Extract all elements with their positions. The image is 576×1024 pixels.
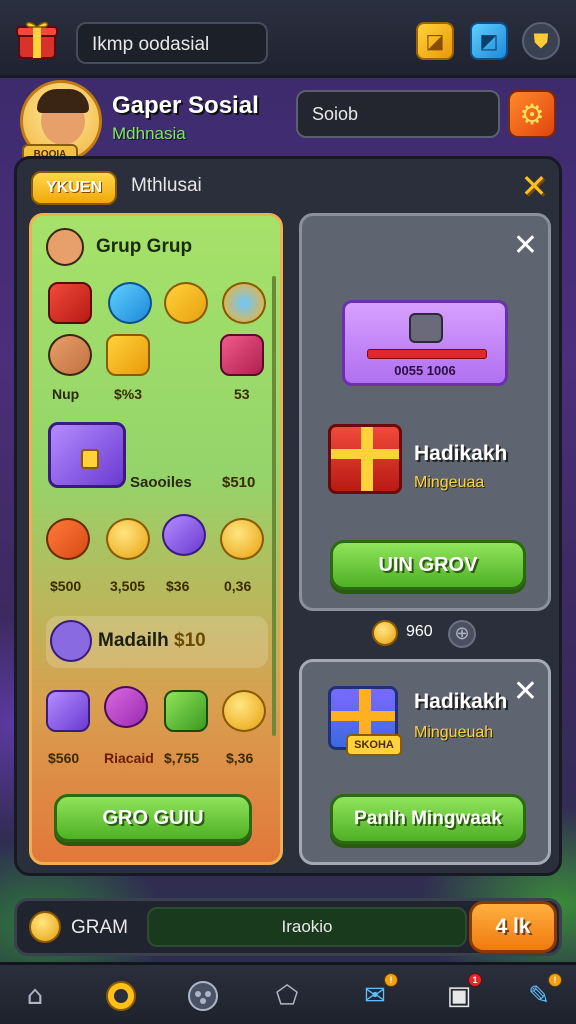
section-title: Madailh $10 [98, 630, 206, 651]
bottom-search-bar: GRAM Iraokio 4 lk [14, 898, 562, 956]
avatar-hair [37, 89, 89, 113]
chest-label: Saooiles [130, 474, 192, 491]
mail-icon[interactable]: ✉! [356, 973, 398, 1015]
coin-nav-icon[interactable] [102, 977, 140, 1015]
add-coin-icon[interactable]: ⊕ [448, 620, 476, 648]
bottom-label: GRAM [71, 917, 128, 938]
coin-icon [29, 911, 61, 943]
pink-gift-icon[interactable] [220, 334, 264, 376]
mail-badge: ! [384, 973, 398, 987]
item-price: $%3 [114, 386, 143, 402]
social-circle-icon [188, 981, 218, 1011]
main-panel: YKUEN Mthlusai ✕ Grup Grup Nup $%3 53 Sa… [14, 156, 562, 876]
settings-gear-button[interactable]: ⚙ [508, 90, 556, 138]
bottom-search-input[interactable]: Iraokio [147, 907, 467, 947]
gold-chest-icon[interactable] [106, 334, 150, 376]
coin-icon [372, 620, 398, 646]
bottom-action-button[interactable]: 4 lk [469, 901, 557, 953]
coin-icon[interactable] [220, 518, 264, 560]
profile-search-input[interactable]: Soiob [296, 90, 500, 138]
item-price: $36 [166, 578, 190, 594]
coin-ring-icon [106, 981, 136, 1011]
purple-gift-icon[interactable] [46, 690, 90, 732]
character-boy-icon[interactable] [48, 334, 92, 376]
panel-close-icon[interactable]: ✕ [517, 169, 551, 203]
coin-counter: 960 ⊕ [372, 618, 512, 648]
gift-nav-icon[interactable]: ▣ 1 [440, 973, 482, 1015]
character-red-hair-icon[interactable] [46, 518, 90, 560]
lock-icon [81, 449, 99, 469]
item-label: Nup [52, 386, 80, 402]
character-blue-cap-icon[interactable] [108, 282, 152, 324]
profile-row: BOOIA Gaper Sosial Mdhnasia Soiob ⚙ [0, 78, 576, 164]
coin-icon[interactable] [222, 690, 266, 732]
red-gift-icon [328, 424, 402, 494]
social-icon[interactable] [184, 977, 222, 1015]
gift-tag: SKOHA [346, 734, 402, 756]
character-pink-hat-icon[interactable] [104, 686, 148, 728]
progress-bar [367, 349, 487, 359]
gift-badge: 1 [468, 973, 482, 987]
join-group-button[interactable]: UIN GROV [330, 540, 526, 590]
home-icon[interactable]: ⌂ [16, 977, 54, 1015]
shield-icon[interactable]: ⛊ [522, 22, 560, 60]
section-value: $10 [174, 630, 206, 651]
gear-badge-icon[interactable] [222, 282, 266, 324]
character-purple-hat-icon[interactable] [162, 514, 206, 556]
section-row[interactable]: Madailh $10 [46, 616, 268, 668]
gift-title: Hadikakh [414, 690, 508, 713]
group-avatar [46, 228, 84, 266]
gift-icon[interactable] [16, 18, 58, 60]
banner-text: 0055 1006 [394, 363, 456, 378]
gift-card: ✕ SKOHA Hadikakh Mingueuah Panlh Mingwaa… [299, 659, 551, 865]
character-yellow-hair-icon[interactable] [164, 282, 208, 324]
panel-title: Mthlusai [131, 175, 202, 196]
panel-tab[interactable]: YKUEN [31, 171, 117, 205]
green-chest-icon[interactable] [164, 690, 208, 732]
gift-title: Hadikakh [414, 442, 508, 465]
gift-ribbon [331, 449, 399, 459]
treasure-chest-icon[interactable] [48, 422, 126, 488]
group-card: Grup Grup Nup $%3 53 Saooiles $510 $500 … [29, 213, 283, 865]
close-icon[interactable]: ✕ [513, 228, 538, 263]
item-price: 0,36 [224, 578, 252, 594]
profile-name: Gaper Sosial [112, 92, 259, 119]
close-icon[interactable]: ✕ [513, 674, 538, 709]
item-label: Riacaid [104, 750, 154, 766]
top-bar: Ikmp oodasial ◪ ◩ ⛊ [0, 0, 576, 78]
item-price: 3,505 [110, 578, 146, 594]
gift-subtitle: Mingueuah [414, 724, 494, 741]
edit-badge: ! [548, 973, 562, 987]
badge-icon [50, 620, 92, 662]
gold-block-icon[interactable]: ◪ [416, 22, 454, 60]
bottom-nav: ⌂ ⬠ ✉! ▣ 1 ✎! [0, 962, 576, 1024]
reward-card: ✕ 0055 1006 Hadikakh Mingeuaa UIN GROV [299, 213, 551, 611]
item-price: $500 [50, 578, 82, 594]
claim-gift-button[interactable]: Panlh Mingwaak [330, 794, 526, 844]
house-icon[interactable]: ⬠ [268, 977, 306, 1015]
card-scrollbar[interactable] [272, 276, 276, 736]
coin-icon[interactable] [106, 518, 150, 560]
item-price: $560 [48, 750, 80, 766]
edit-icon[interactable]: ✎! [520, 973, 562, 1015]
item-price: $,755 [164, 750, 200, 766]
robot-icon [409, 313, 443, 343]
gift-ribbon [331, 711, 395, 721]
item-price: 53 [234, 386, 250, 402]
gift-ribbon [361, 427, 373, 491]
group-card-title: Grup Grup [96, 236, 193, 257]
profile-subtitle: Mdhnasia [112, 124, 186, 143]
chest-price: $510 [222, 474, 256, 491]
gift-box-icon[interactable] [48, 282, 92, 324]
group-join-button[interactable]: GRO GUIU [54, 794, 252, 842]
gift-subtitle: Mingeuaa [414, 474, 485, 491]
reward-banner: 0055 1006 [342, 300, 508, 386]
item-price: $,36 [226, 750, 254, 766]
blue-block-icon[interactable]: ◩ [470, 22, 508, 60]
coin-value: 960 [406, 623, 433, 640]
gear-icon: ⚙ [519, 97, 545, 131]
top-search-input[interactable]: Ikmp oodasial [76, 22, 268, 64]
